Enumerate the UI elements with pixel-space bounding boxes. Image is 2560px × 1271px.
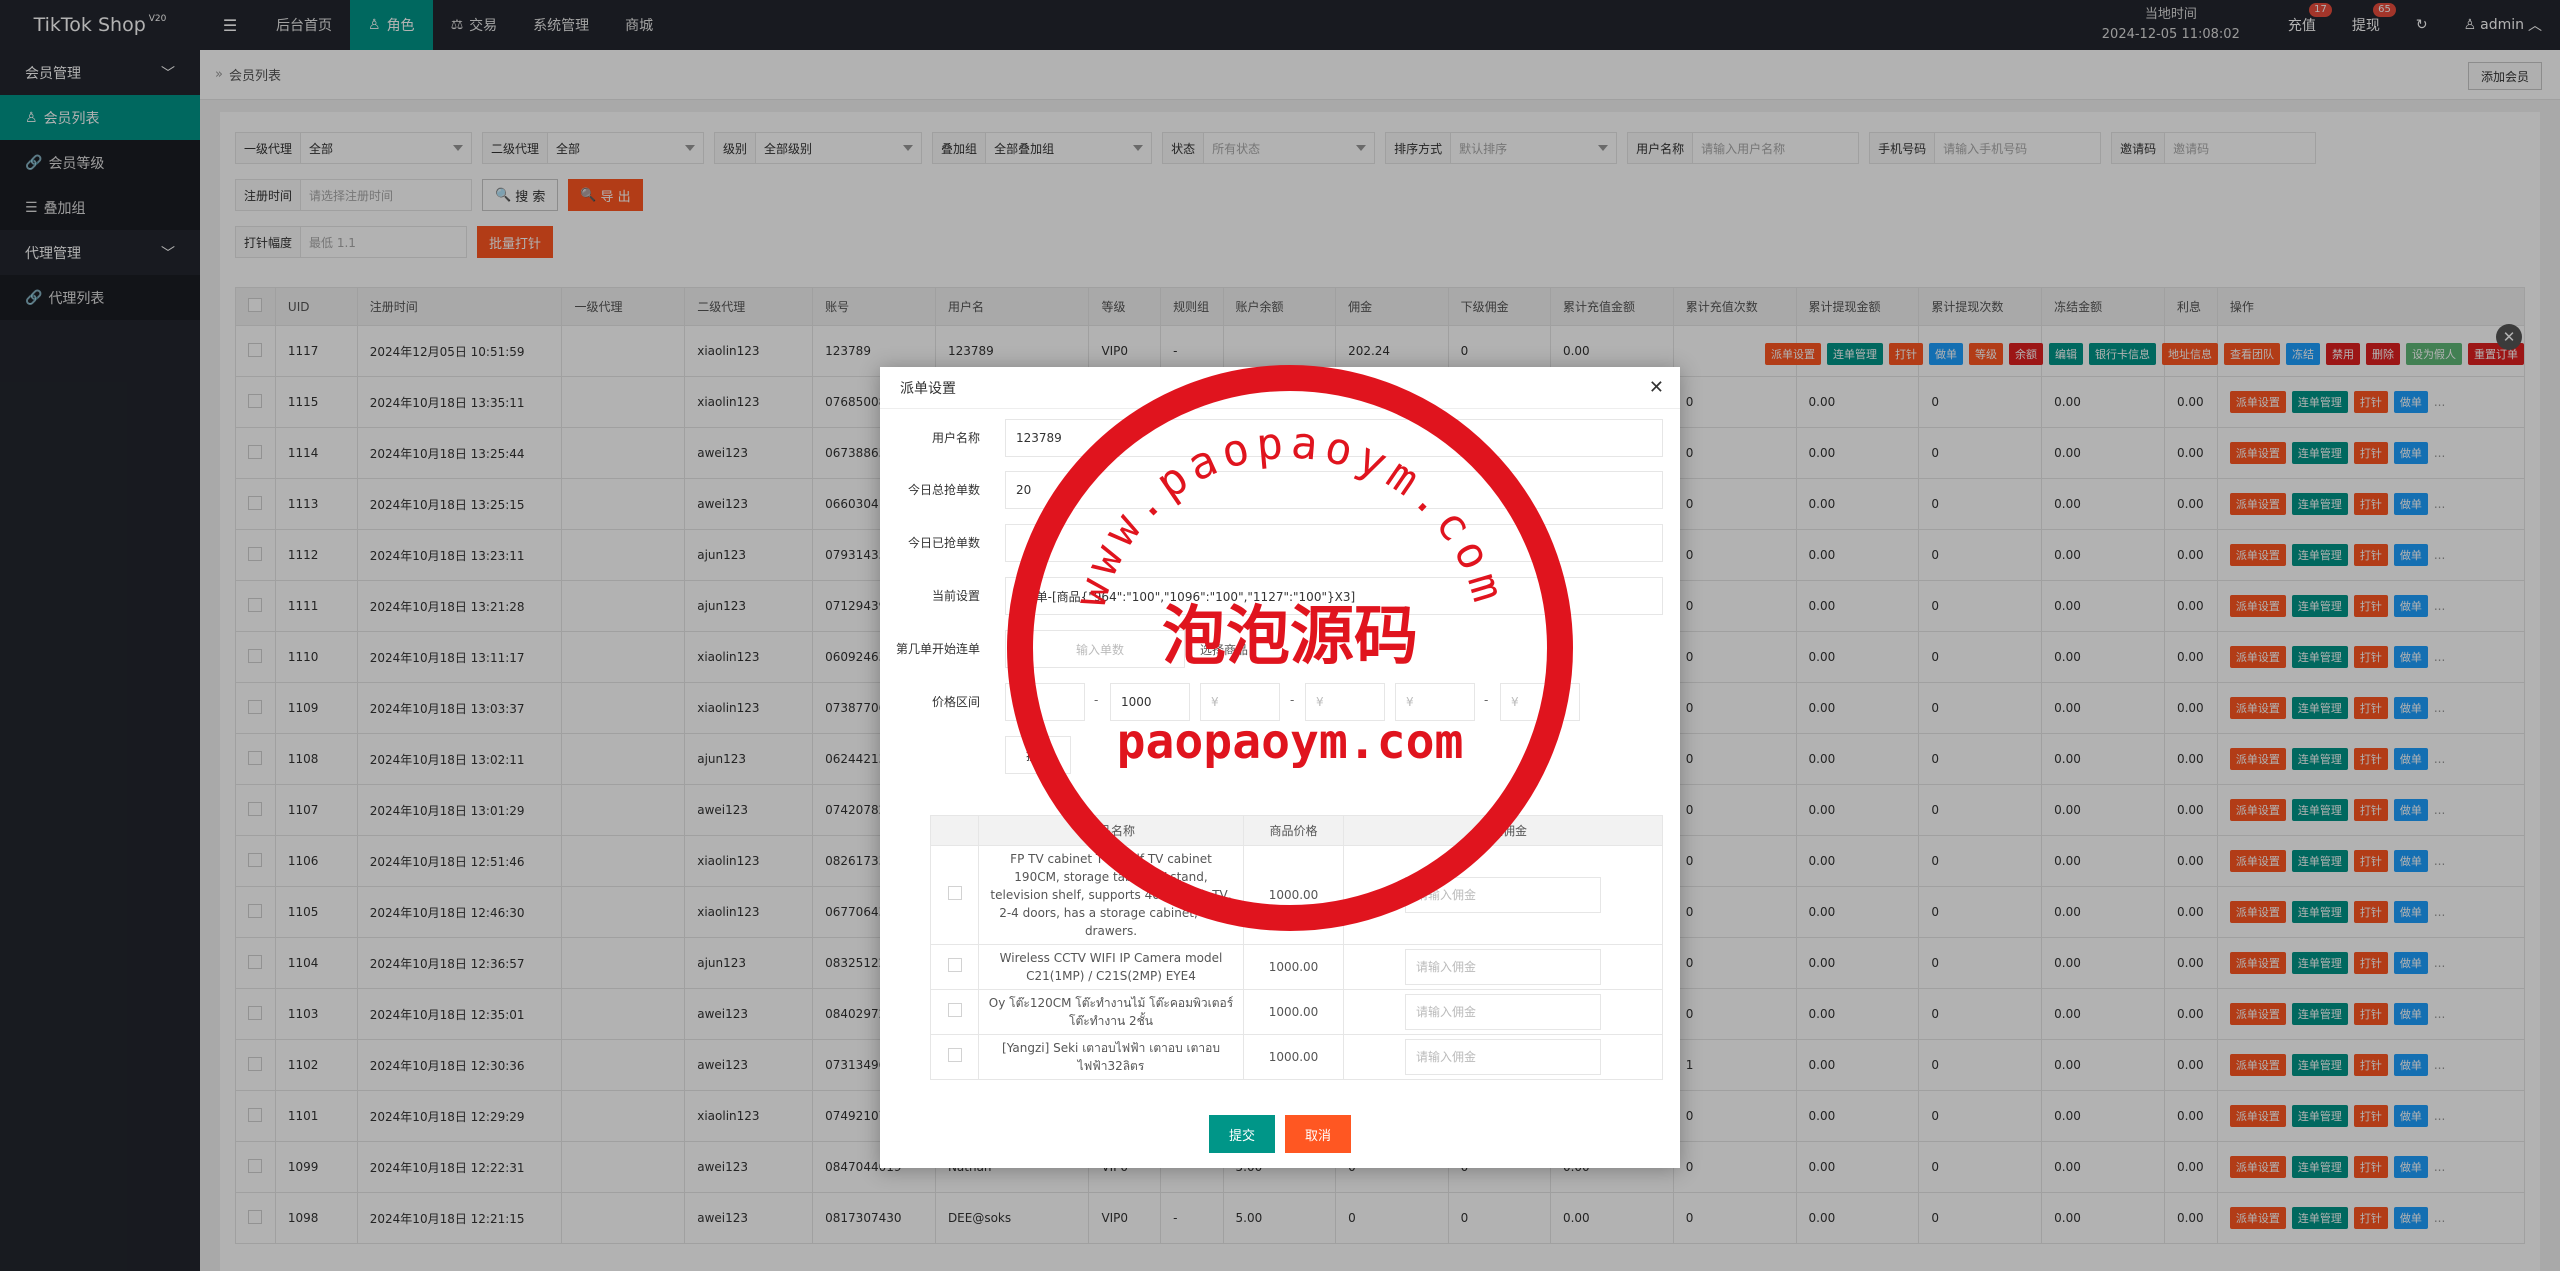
checkbox[interactable] [947,1047,962,1062]
goods-price: 1000.00 [1243,944,1344,990]
goods-name: [Yangzi] Seki เตาอบไฟฟ้า เตาอบ เตาอบไฟฟ้… [978,1034,1244,1080]
goods-check-cell [930,944,979,990]
goods-row[interactable]: Oy โต๊ะ120CM โต๊ะทำงานไม้ โต๊ะคอมพิวเตอร… [930,989,1663,1035]
price-range-row: 价格区间 100 - 1000 ¥ - ¥ ¥ - ¥ [880,683,1680,721]
checkbox[interactable] [947,885,962,900]
range2-max-input[interactable]: ¥ [1305,683,1385,721]
modal-header: 派单设置 ✕ [880,367,1680,409]
goods-row[interactable]: [Yangzi] Seki เตาอบไฟฟ้า เตาอบ เตาอบไฟฟ้… [930,1034,1663,1080]
commission-input[interactable]: 请输入佣金 [1405,1039,1601,1075]
close-icon[interactable]: ✕ [1649,377,1664,398]
username-label: 用户名称 [931,431,980,445]
goods-price: 1000.00 [1243,845,1344,945]
modal-footer: 提交 取消 [880,1115,1680,1153]
goods-name: FP TV cabinet TV shelf TV cabinet 190CM,… [978,845,1244,945]
goods-header-row: 商品名称 商品价格 设置佣金 [930,815,1663,846]
submit-button[interactable]: 提交 [1208,1115,1275,1153]
commission-input[interactable]: 请输入佣金 [1405,949,1601,985]
price-max-input[interactable]: 1000 [1110,683,1190,721]
goods-commission-cell: 请输入佣金 [1343,845,1663,945]
today-done-row: 今日已抢单数 [880,524,1680,562]
start-order-row: 第几单开始连单 输入单数 选择商品 [880,630,1680,668]
today-total-label: 今日总抢单数 [907,483,980,497]
today-done-label: 今日已抢单数 [907,536,980,550]
current-setting-row: 当前设置 第2单-[商品{"964":"100","1096":"100","1… [880,577,1680,615]
modal-title: 派单设置 [900,380,956,397]
goods-table: 商品名称 商品价格 设置佣金 FP TV cabinet TV shelf TV… [930,815,1663,1080]
modal-search-row: 搜索 [880,736,1680,774]
current-setting-label: 当前设置 [931,589,980,603]
goods-check-cell [930,845,979,945]
range3-max-input[interactable]: ¥ [1500,683,1580,721]
goods-commission-cell: 请输入佣金 [1343,944,1663,990]
select-goods-button[interactable]: 选择商品 [1190,630,1310,668]
modal-search-button[interactable]: 搜索 [1005,736,1071,774]
goods-row[interactable]: FP TV cabinet TV shelf TV cabinet 190CM,… [930,845,1663,945]
range3-min-input[interactable]: ¥ [1395,683,1475,721]
start-order-label: 第几单开始连单 [895,642,980,656]
current-setting-field[interactable]: 第2单-[商品{"964":"100","1096":"100","1127":… [1005,577,1663,615]
goods-header-check [930,815,979,846]
goods-header-name: 商品名称 [978,815,1244,846]
goods-check-cell [930,1034,979,1080]
goods-body: FP TV cabinet TV shelf TV cabinet 190CM,… [930,845,1663,1080]
username-row: 用户名称 123789 [880,419,1680,457]
username-field[interactable]: 123789 [1005,419,1663,457]
goods-commission-cell: 请输入佣金 [1343,989,1663,1035]
goods-header-price: 商品价格 [1243,815,1344,846]
price-min-input[interactable]: 100 [1005,683,1085,721]
cancel-button[interactable]: 取消 [1285,1115,1352,1153]
commission-input[interactable]: 请输入佣金 [1405,877,1601,913]
checkbox[interactable] [947,957,962,972]
today-total-row: 今日总抢单数 20 [880,471,1680,509]
goods-check-cell [930,989,979,1035]
today-done-field[interactable] [1005,524,1663,562]
goods-price: 1000.00 [1243,1034,1344,1080]
dispatch-settings-modal: 派单设置 ✕ 用户名称 123789 今日总抢单数 20 今日已抢单数 当前设置… [880,367,1680,1168]
checkbox[interactable] [947,1002,962,1017]
commission-input[interactable]: 请输入佣金 [1405,994,1601,1030]
price-range-label: 价格区间 [931,695,980,709]
goods-name: Oy โต๊ะ120CM โต๊ะทำงานไม้ โต๊ะคอมพิวเตอร… [978,989,1244,1035]
range2-min-input[interactable]: ¥ [1200,683,1280,721]
today-total-field[interactable]: 20 [1005,471,1663,509]
goods-row[interactable]: Wireless CCTV WIFI IP Camera model C21(1… [930,944,1663,990]
goods-header-commission: 设置佣金 [1343,815,1663,846]
goods-name: Wireless CCTV WIFI IP Camera model C21(1… [978,944,1244,990]
start-order-input[interactable]: 输入单数 [1005,630,1185,668]
goods-commission-cell: 请输入佣金 [1343,1034,1663,1080]
goods-price: 1000.00 [1243,989,1344,1035]
